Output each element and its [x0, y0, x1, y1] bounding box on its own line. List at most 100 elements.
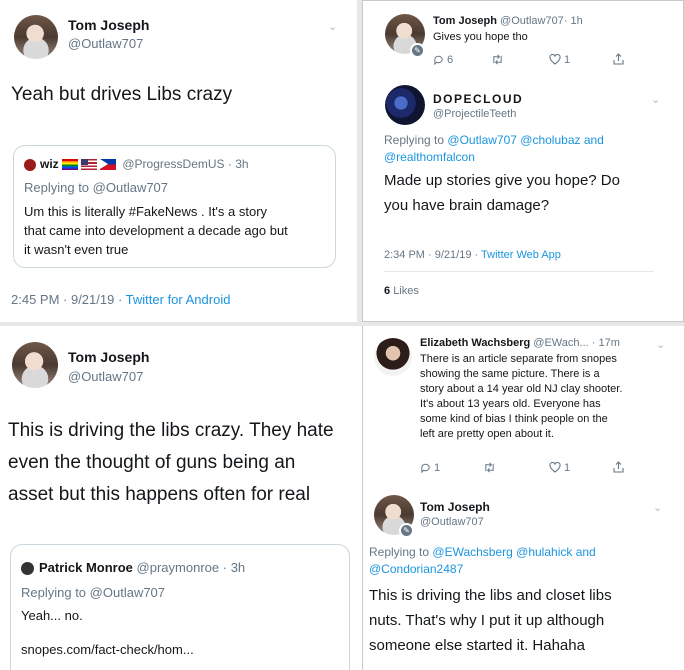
pencil-icon: ✎	[410, 43, 425, 58]
tweet-panel-bottom-left: Tom Joseph @Outlaw707 This is driving th…	[0, 326, 360, 670]
tweet-text-line: It's about 13 years old. Everyone has	[420, 398, 601, 410]
share-action[interactable]	[613, 50, 624, 65]
retweet-action[interactable]	[483, 459, 496, 474]
chevron-down-icon[interactable]: ⌄	[656, 338, 665, 351]
reply-header: Tom Joseph @Outlaw707· 1h	[433, 15, 583, 27]
reply-author-handle[interactable]: @Outlaw707	[420, 516, 484, 528]
author-handle[interactable]: @Outlaw707	[500, 15, 564, 27]
replying-to-handle[interactable]: @Outlaw707	[90, 585, 165, 600]
tweet-text-line: This is driving the libs crazy. They hat…	[8, 420, 334, 441]
reply-author-name[interactable]: Tom Joseph	[420, 500, 490, 514]
replying-prefix: Replying to	[384, 133, 445, 147]
quote-time: · 3h	[227, 157, 249, 171]
heart-icon	[549, 461, 561, 473]
tweet-header: Elizabeth Wachsberg @EWach... · 17m	[420, 337, 620, 349]
author-name[interactable]: Tom Joseph	[68, 349, 149, 365]
quote-replying-line: Replying to @Outlaw707	[21, 585, 165, 600]
tweet-time: · 1h	[563, 15, 583, 27]
client-link[interactable]: Twitter for Android	[126, 292, 231, 307]
retweet-action[interactable]	[491, 51, 504, 66]
profile-logo-icon	[21, 562, 34, 576]
tweet-text-line: story about a 14 year old NJ clay shoote…	[420, 383, 623, 395]
author-name[interactable]: Tom Joseph	[68, 17, 149, 33]
tweet-text-line: There is an article separate from snopes	[420, 353, 617, 365]
timestamp[interactable]: 2:34 PM · 9/21/19 ·	[384, 249, 478, 261]
author-name[interactable]: Elizabeth Wachsberg	[420, 337, 530, 349]
quoted-tweet[interactable]: Patrick Monroe @praymonroe · 3h Replying…	[10, 544, 350, 670]
share-icon	[613, 460, 624, 473]
like-count: 1	[564, 461, 571, 474]
tweet-panel-bottom-right: Elizabeth Wachsberg @EWach... · 17m ⌄ Th…	[362, 326, 684, 670]
like-count: 1	[564, 53, 571, 66]
pencil-icon: ✎	[399, 523, 414, 538]
author-handle[interactable]: @Outlaw707	[68, 36, 143, 51]
profile-logo-icon	[24, 158, 36, 171]
reply-action[interactable]: 6	[433, 51, 453, 66]
quote-header: wiz @ProgressDemUS · 3h	[24, 157, 249, 171]
author-handle[interactable]: @EWach...	[533, 337, 588, 349]
avatar[interactable]	[12, 342, 58, 388]
chevron-down-icon[interactable]: ⌄	[328, 20, 337, 33]
reply-icon	[434, 55, 443, 66]
retweet-icon	[485, 462, 494, 473]
author-handle[interactable]: @Outlaw707	[68, 369, 143, 384]
reply-text-line: This is driving the libs and closet libs	[369, 587, 612, 604]
quote-text-line: it wasn't even true	[24, 242, 129, 257]
tweet-panel-top-left: Tom Joseph @Outlaw707 ⌄ Yeah but drives …	[0, 0, 357, 322]
quote-author-name: Patrick Monroe	[39, 560, 133, 575]
client-link[interactable]: Twitter Web App	[481, 249, 561, 261]
likes-stat[interactable]: 6 Likes	[384, 285, 419, 297]
replying-to-handles[interactable]: @EWachsberg @hulahick and	[432, 545, 595, 559]
quote-author-handle: @ProgressDemUS	[122, 157, 225, 171]
quote-link[interactable]: snopes.com/fact-check/hom...	[21, 642, 194, 657]
replying-to-handle[interactable]: @Outlaw707	[93, 180, 168, 195]
tweet-text-line: left are pretty open about it.	[420, 428, 554, 440]
reply-author-handle[interactable]: @ProjectileTeeth	[433, 108, 516, 120]
tweet-meta: 2:45 PM · 9/21/19 · Twitter for Android	[11, 292, 230, 307]
reply-author-name[interactable]: DOPECLOUD	[433, 92, 523, 106]
tweet-text-line: some kind of bias I think people on the	[420, 413, 608, 425]
avatar[interactable]	[14, 15, 58, 59]
quote-replying-line: Replying to @Outlaw707	[24, 180, 168, 195]
tweet-time: · 17m	[591, 337, 620, 349]
timestamp[interactable]: 2:45 PM · 9/21/19 ·	[11, 292, 122, 307]
tweet-text-line: even the thought of guns being an	[8, 452, 296, 473]
replying-to-handles[interactable]: @Outlaw707 @cholubaz and	[447, 133, 603, 147]
like-action[interactable]: 1	[549, 459, 570, 474]
chevron-down-icon[interactable]: ⌄	[653, 501, 662, 514]
replying-to-handles[interactable]: @Condorian2487	[369, 562, 463, 576]
quote-text: Yeah... no.	[21, 608, 83, 623]
avatar[interactable]	[374, 338, 412, 376]
avatar[interactable]	[385, 85, 425, 125]
likes-label: Likes	[393, 285, 419, 297]
replying-to-handles[interactable]: @realthomfalcon	[384, 150, 475, 164]
tweet-text: Gives you hope tho	[433, 31, 528, 43]
divider	[384, 271, 654, 272]
replying-prefix: Replying to	[21, 585, 87, 600]
replying-line: Replying to @Outlaw707 @cholubaz and	[384, 133, 604, 147]
author-name[interactable]: Tom Joseph	[433, 15, 497, 27]
tweet-text: Yeah but drives Libs crazy	[11, 84, 233, 105]
tweet-meta: 2:34 PM · 9/21/19 · Twitter Web App	[384, 249, 561, 261]
reply-count: 1	[434, 461, 441, 474]
replying-prefix: Replying to	[24, 180, 90, 195]
share-action[interactable]	[613, 458, 624, 473]
reply-text-line: nuts. That's why I put it up although	[369, 612, 605, 629]
quote-time: · 3h	[222, 560, 246, 575]
reply-text-line: you have brain damage?	[384, 197, 550, 214]
reply-text-line: someone else started it. Hahaha	[369, 637, 585, 654]
rainbow-flag-icon	[62, 159, 79, 171]
tweet-panel-top-right: ✎ Tom Joseph @Outlaw707· 1h Gives you ho…	[362, 0, 684, 322]
quote-author-name: wiz	[40, 157, 59, 171]
philippines-flag-icon	[100, 159, 117, 171]
quote-text-line: that came into development a decade ago …	[24, 223, 288, 238]
like-action[interactable]: 1	[549, 51, 570, 66]
reply-action[interactable]: 1	[420, 459, 440, 474]
likes-count: 6	[384, 285, 391, 297]
reply-icon	[421, 463, 430, 474]
chevron-down-icon[interactable]: ⌄	[651, 93, 660, 106]
replying-prefix: Replying to	[369, 545, 430, 559]
tweet-text-line: asset but this happens often for real	[8, 484, 311, 505]
quote-author-handle: @praymonroe	[136, 560, 220, 575]
quoted-tweet[interactable]: wiz @ProgressDemUS · 3h Replying to @Out…	[13, 145, 336, 268]
